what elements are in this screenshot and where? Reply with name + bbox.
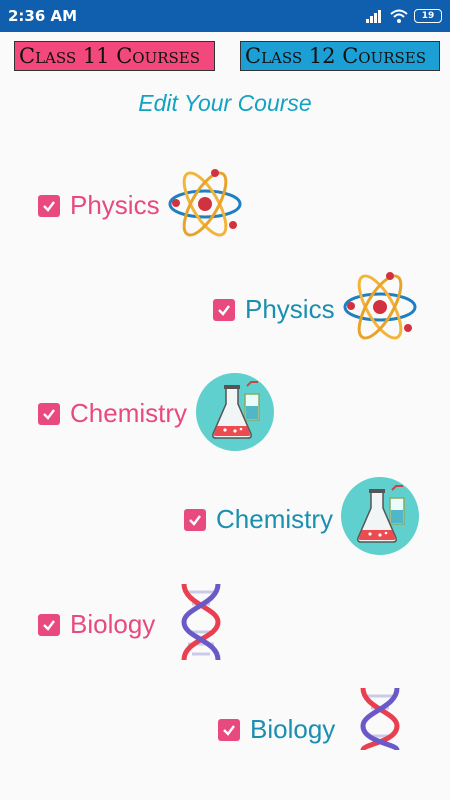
course-label: Physics	[245, 294, 335, 324]
checkmark-icon	[43, 408, 55, 420]
checkbox[interactable]	[38, 613, 60, 636]
course-label: Chemistry	[70, 398, 188, 428]
checkmark-icon	[43, 619, 55, 631]
atom-icon	[167, 163, 243, 250]
course-label: Biology	[250, 714, 336, 744]
status-icons: 19	[366, 6, 442, 26]
class-11-courses-button[interactable]: Class 11 Courses	[14, 41, 215, 71]
course-row-chemistry-12[interactable]: Chemistry	[184, 504, 333, 535]
status-time: 2:36 AM	[8, 7, 78, 25]
checkmark-icon	[223, 724, 235, 736]
battery-level: 19	[421, 11, 435, 21]
checkbox[interactable]	[184, 508, 206, 531]
flask-icon	[195, 372, 275, 457]
course-label: Chemistry	[216, 504, 334, 534]
course-label: Biology	[70, 609, 156, 639]
course-label: Physics	[70, 190, 160, 220]
status-bar: 2:36 AM 19	[0, 0, 450, 32]
signal-icon	[366, 10, 381, 23]
course-row-biology-11[interactable]: Biology	[38, 609, 155, 640]
checkmark-icon	[43, 200, 55, 212]
checkbox[interactable]	[213, 298, 235, 321]
atom-icon	[342, 266, 418, 353]
course-row-physics-11[interactable]: Physics	[38, 190, 160, 221]
checkbox[interactable]	[218, 718, 240, 741]
wifi-icon	[390, 9, 408, 23]
checkmark-icon	[218, 304, 230, 316]
course-row-physics-12[interactable]: Physics	[213, 294, 335, 325]
checkbox[interactable]	[38, 402, 60, 425]
flask-icon	[340, 476, 420, 561]
course-row-biology-12[interactable]: Biology	[218, 714, 335, 745]
checkmark-icon	[189, 514, 201, 526]
page-title: Edit Your Course	[138, 90, 312, 116]
battery-icon: 19	[414, 9, 442, 23]
class-12-courses-button[interactable]: Class 12 Courses	[240, 41, 440, 71]
dna-icon	[357, 686, 403, 755]
checkbox[interactable]	[38, 194, 60, 217]
dna-icon	[178, 582, 224, 667]
course-row-chemistry-11[interactable]: Chemistry	[38, 398, 187, 429]
